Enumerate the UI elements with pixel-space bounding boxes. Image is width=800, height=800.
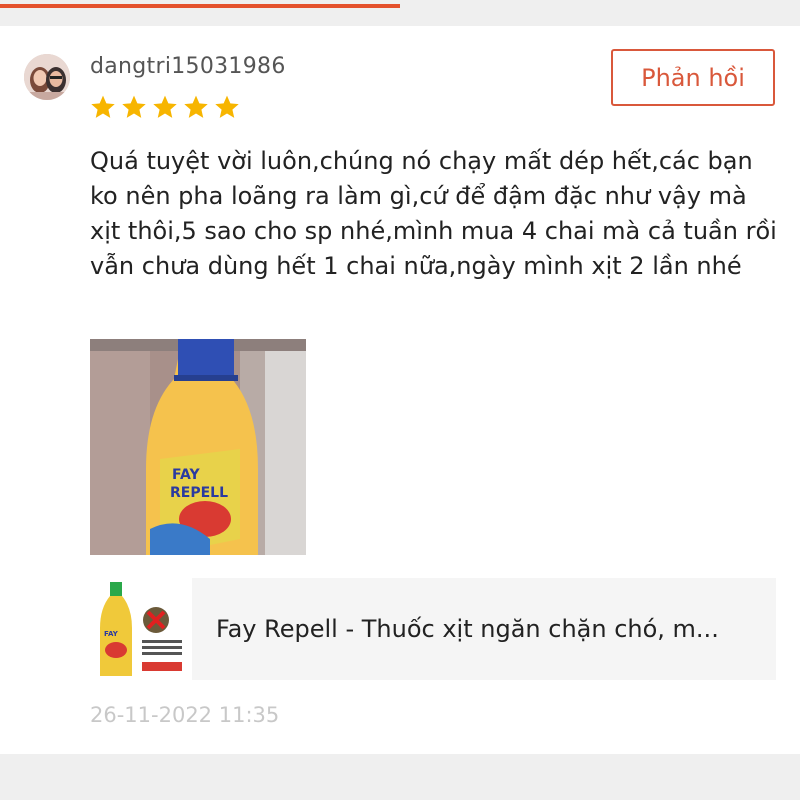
svg-text:REPELL: REPELL — [170, 485, 228, 501]
star-icon — [91, 95, 115, 118]
review-photo[interactable]: FAY REPELL — [90, 339, 306, 555]
star-icon — [153, 95, 177, 118]
product-bottle-image: FAY — [90, 578, 192, 680]
product-name: Fay Repell - Thuốc xịt ngăn chặn chó, m.… — [216, 615, 719, 643]
bottle-photo-image: FAY REPELL — [90, 339, 306, 555]
star-icon — [122, 95, 146, 118]
svg-text:FAY: FAY — [172, 467, 200, 483]
avatar[interactable] — [24, 54, 70, 100]
avatar-image — [24, 54, 70, 100]
top-bar — [0, 0, 800, 26]
rating-stars — [90, 94, 240, 120]
review-text: Quá tuyệt vời luôn,chúng nó chạy mất dép… — [90, 147, 777, 280]
product-link[interactable]: FAY Fay Repell - Thuốc xịt ngăn chặn chó… — [90, 578, 776, 680]
star-icon — [215, 95, 239, 118]
product-name-box: Fay Repell - Thuốc xịt ngăn chặn chó, m.… — [192, 578, 776, 680]
product-thumbnail: FAY — [90, 578, 192, 680]
reply-button[interactable]: Phản hồi — [611, 49, 775, 106]
svg-text:FAY: FAY — [104, 630, 119, 638]
review-date: 26-11-2022 11:35 — [90, 703, 280, 727]
review-card: dangtri15031986 Phản hồi Quá tuyệt vời l… — [0, 26, 800, 754]
username[interactable]: dangtri15031986 — [90, 54, 286, 79]
star-icon — [184, 95, 208, 118]
loading-progress-bar — [0, 4, 400, 8]
